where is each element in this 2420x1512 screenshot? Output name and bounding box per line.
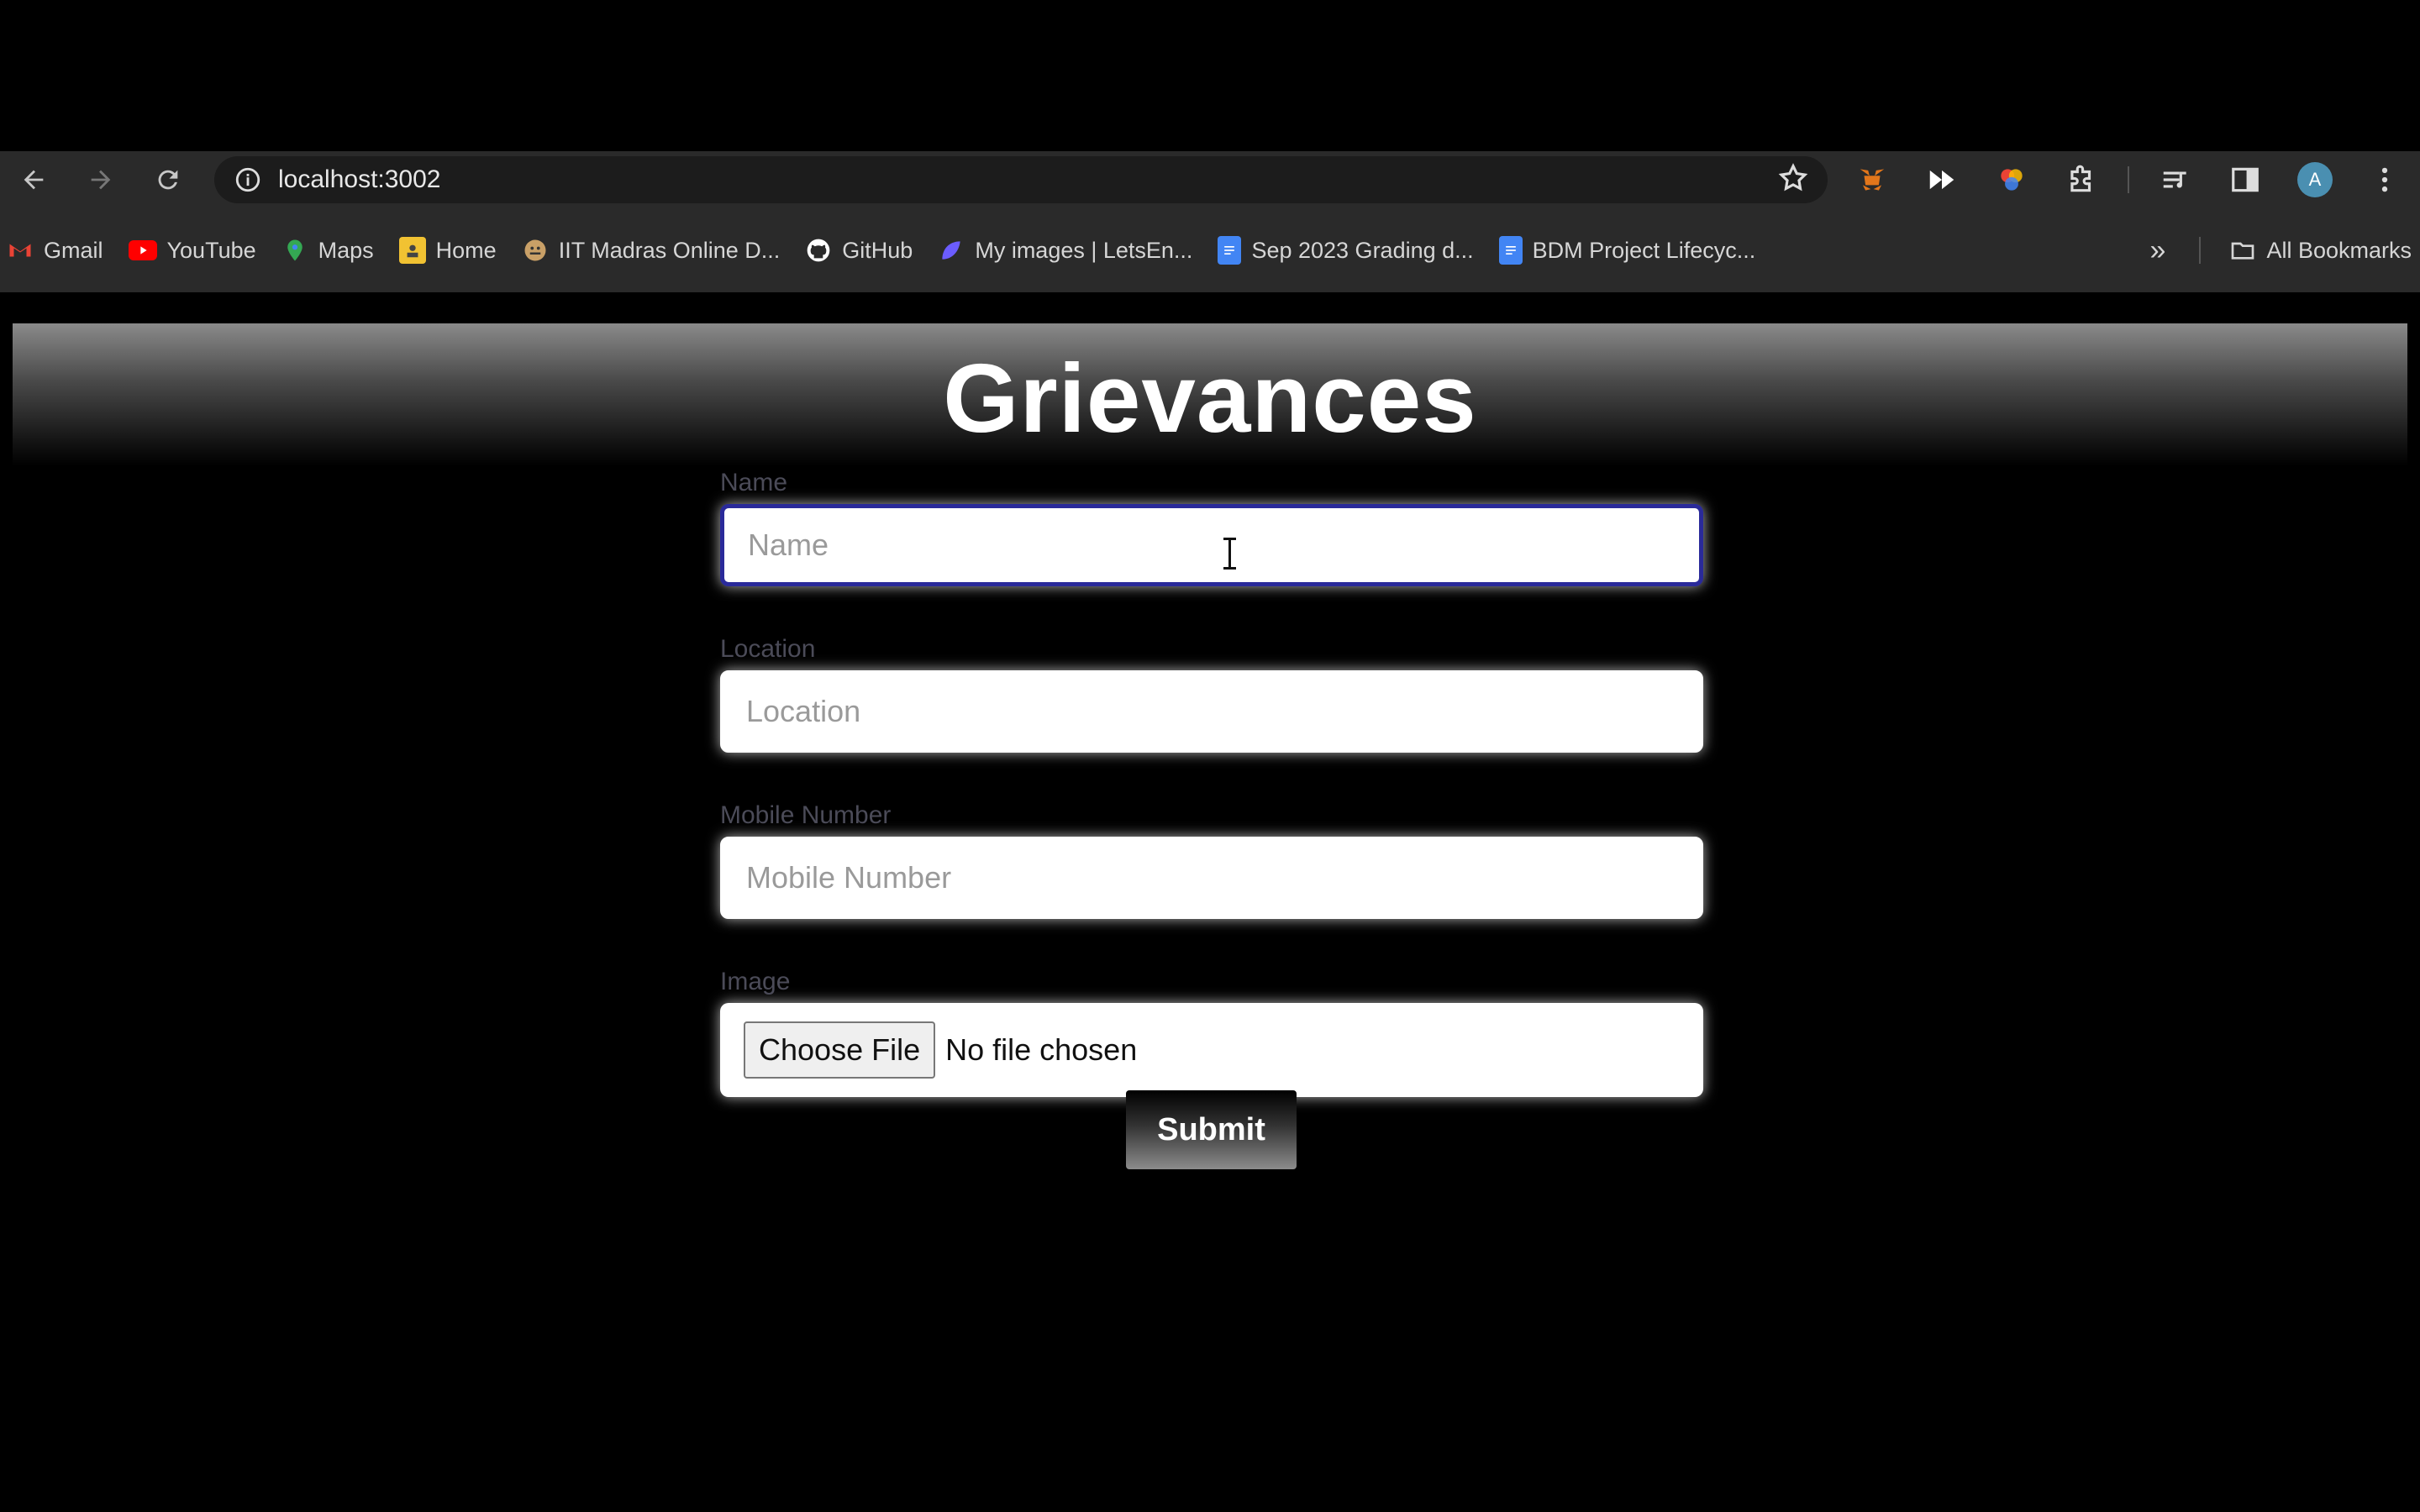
color-wheel-extension-icon[interactable] bbox=[1988, 156, 2035, 203]
text-cursor-icon bbox=[1223, 538, 1236, 570]
bookmark-grading-doc[interactable]: Sep 2023 Grading d... bbox=[1218, 236, 1474, 265]
mobile-label: Mobile Number bbox=[720, 801, 892, 829]
bookmark-label: Home bbox=[435, 237, 497, 263]
grievance-form: Name Location Mobile Number Image Choose… bbox=[720, 469, 1703, 1146]
bookmark-letsenhance[interactable]: My images | LetsEn... bbox=[938, 237, 1192, 264]
bookmarks-bar: Gmail YouTube Maps Home IIT Madras Onlin… bbox=[0, 208, 2420, 292]
arrow-left-icon bbox=[24, 170, 44, 190]
github-icon bbox=[805, 237, 832, 264]
location-group: Location bbox=[720, 635, 1703, 753]
kebab-menu-icon bbox=[2381, 167, 2388, 192]
youtube-icon bbox=[128, 240, 157, 260]
bookmark-bdm-doc[interactable]: BDM Project Lifecyc... bbox=[1498, 236, 1756, 265]
side-panel-icon[interactable] bbox=[2222, 156, 2269, 203]
avatar: A bbox=[2297, 162, 2333, 197]
choose-file-button[interactable]: Choose File bbox=[744, 1021, 936, 1079]
name-label: Name bbox=[720, 469, 788, 496]
bookmark-maps[interactable]: Maps bbox=[281, 237, 374, 264]
browser-toolbar: localhost:3002 A bbox=[0, 151, 2420, 208]
more-bookmarks-chevron-icon[interactable]: » bbox=[2150, 234, 2166, 267]
image-group: Image Choose File No file chosen bbox=[720, 968, 1703, 1097]
profile-avatar[interactable]: A bbox=[2291, 156, 2338, 203]
image-label: Image bbox=[720, 968, 791, 995]
media-control-icon[interactable] bbox=[2152, 156, 2199, 203]
docs-icon bbox=[1498, 236, 1523, 265]
name-group: Name bbox=[720, 469, 1703, 586]
mobile-group: Mobile Number bbox=[720, 801, 1703, 919]
url-text[interactable]: localhost:3002 bbox=[278, 165, 440, 194]
letsenhance-icon bbox=[938, 237, 965, 264]
web-page: Grievances Name Location Mobile Number I… bbox=[0, 292, 2420, 1512]
bookmark-star-icon[interactable] bbox=[1777, 162, 1809, 198]
browser-menu-button[interactable] bbox=[2361, 156, 2408, 203]
bookmark-label: GitHub bbox=[842, 237, 913, 263]
gmail-icon bbox=[7, 237, 34, 264]
all-bookmarks-button[interactable]: All Bookmarks bbox=[2229, 237, 2412, 264]
toolbar-separator bbox=[2128, 166, 2129, 193]
mobile-input[interactable] bbox=[720, 837, 1703, 919]
screen: localhost:3002 A Gmail YouTube Maps Home… bbox=[0, 0, 2420, 1512]
docs-icon bbox=[1218, 236, 1242, 265]
back-button[interactable] bbox=[8, 155, 59, 205]
metamask-extension-icon[interactable] bbox=[1849, 156, 1896, 203]
bookmark-youtube[interactable]: YouTube bbox=[128, 237, 256, 264]
bookmark-gmail[interactable]: Gmail bbox=[7, 237, 103, 264]
bookmark-label: Gmail bbox=[44, 237, 103, 263]
image-file-input[interactable]: Choose File No file chosen bbox=[720, 1003, 1703, 1097]
extensions-area: A bbox=[1849, 151, 2420, 208]
reload-button[interactable] bbox=[143, 155, 193, 205]
arrow-right-icon bbox=[91, 170, 111, 190]
bookmark-home[interactable]: Home bbox=[398, 237, 497, 264]
iitm-icon bbox=[522, 237, 549, 264]
forward-button[interactable] bbox=[76, 155, 126, 205]
all-bookmarks-label: All Bookmarks bbox=[2266, 237, 2412, 263]
bookmarks-separator bbox=[2199, 237, 2202, 264]
folder-icon bbox=[2229, 237, 2256, 264]
bookmark-label: Maps bbox=[318, 237, 374, 263]
site-info-icon[interactable] bbox=[224, 165, 271, 194]
fast-forward-extension-icon[interactable] bbox=[1918, 156, 1965, 203]
page-header: Grievances bbox=[13, 323, 2407, 466]
home-icon bbox=[398, 237, 426, 264]
bookmark-iitm[interactable]: IIT Madras Online D... bbox=[522, 237, 781, 264]
bookmark-label: Sep 2023 Grading d... bbox=[1251, 237, 1474, 263]
reload-icon bbox=[158, 170, 178, 190]
submit-button[interactable]: Submit bbox=[1126, 1090, 1297, 1169]
name-input[interactable] bbox=[720, 504, 1703, 586]
bookmark-label: IIT Madras Online D... bbox=[558, 237, 781, 263]
page-title: Grievances bbox=[943, 344, 1477, 453]
bookmark-github[interactable]: GitHub bbox=[805, 237, 913, 264]
location-input[interactable] bbox=[720, 670, 1703, 753]
bookmarks-right: » All Bookmarks bbox=[2150, 208, 2412, 292]
maps-icon bbox=[281, 237, 308, 264]
file-status: No file chosen bbox=[945, 1032, 1138, 1067]
bookmark-label: YouTube bbox=[166, 237, 256, 263]
extensions-puzzle-icon[interactable] bbox=[2058, 156, 2105, 203]
bookmark-label: BDM Project Lifecyc... bbox=[1532, 237, 1756, 263]
location-label: Location bbox=[720, 635, 816, 663]
bookmark-label: My images | LetsEn... bbox=[975, 237, 1193, 263]
address-bar[interactable]: localhost:3002 bbox=[214, 156, 1828, 203]
